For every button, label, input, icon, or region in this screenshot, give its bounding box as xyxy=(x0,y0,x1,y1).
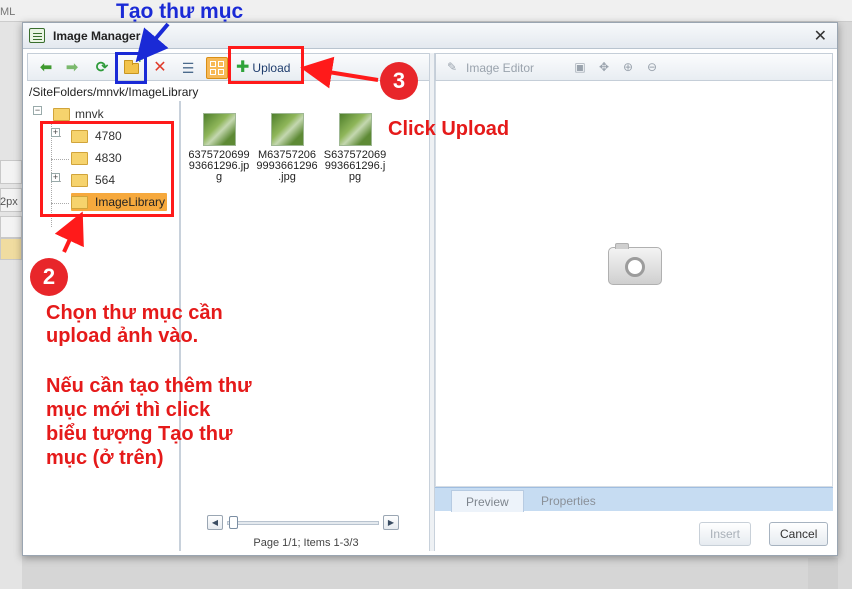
tab-properties[interactable]: Properties xyxy=(527,490,610,512)
file-item[interactable]: 6375720699 93661296.jp g xyxy=(187,113,251,183)
image-manager-icon xyxy=(29,28,45,43)
thumbnail-view-icon[interactable] xyxy=(206,57,228,79)
annotation-step-2: 2 xyxy=(30,258,68,296)
delete-icon[interactable]: ✕ xyxy=(150,58,170,78)
refresh-icon[interactable]: ⟳ xyxy=(92,58,112,78)
background-right-bar xyxy=(808,558,838,589)
move-icon[interactable]: ✥ xyxy=(596,59,612,75)
file-item[interactable]: M63757206 9993661296 .jpg xyxy=(255,113,319,183)
background-bottom-panel xyxy=(22,556,838,589)
background-px-text: 2px xyxy=(0,196,18,208)
annotation-neu-can: Nếu cần tạo thêm thư mục mới thì click b… xyxy=(46,375,252,469)
annotation-click-upload: Click Upload xyxy=(388,118,510,140)
collapse-icon[interactable]: − xyxy=(33,106,42,115)
annotation-step-3: 3 xyxy=(380,62,418,100)
folder-icon xyxy=(53,108,70,121)
current-path: /SiteFolders/mnvk/ImageLibrary xyxy=(29,85,199,99)
dialog-titlebar[interactable]: Image Manager ✕ xyxy=(23,23,837,49)
slider-left-icon[interactable]: ◀ xyxy=(207,515,223,530)
dialog-title: Image Manager xyxy=(53,29,141,43)
slider-handle[interactable] xyxy=(229,516,238,529)
zoom-in-icon[interactable]: ⊕ xyxy=(620,59,636,75)
background-ml-text: ML xyxy=(0,6,16,18)
preview-area xyxy=(435,81,833,487)
thumbnail-size-slider: ◀ ▶ xyxy=(207,515,403,531)
close-icon[interactable]: ✕ xyxy=(814,26,827,46)
background-left-panel xyxy=(0,22,22,589)
upload-highlight xyxy=(228,46,304,84)
new-folder-highlight xyxy=(115,52,147,84)
image-thumbnail xyxy=(270,113,304,146)
image-thumbnail xyxy=(202,113,236,146)
back-arrow-icon[interactable]: ⬅ xyxy=(36,58,56,78)
pager-status: Page 1/1; Items 1-3/3 xyxy=(253,537,359,549)
list-view-icon[interactable]: ☰ xyxy=(178,58,198,78)
slider-right-icon[interactable]: ▶ xyxy=(383,515,399,530)
image-editor-label[interactable]: Image Editor xyxy=(466,61,534,75)
file-item[interactable]: S637572069 993661296.j pg xyxy=(323,113,387,183)
cancel-button[interactable]: Cancel xyxy=(769,522,829,546)
image-editor-toolbar: ✎ Image Editor ▣ ✥ ⊕ ⊖ xyxy=(435,53,833,81)
camera-icon xyxy=(608,243,662,285)
zoom-out-icon[interactable]: ⊖ xyxy=(644,59,660,75)
image-editor-icon[interactable]: ✎ xyxy=(444,59,460,75)
annotation-tao-thu-muc: Tạo thư mục xyxy=(116,0,244,23)
image-manager-dialog: Image Manager ✕ ⬅ ➡ ⟳ + ✕ ☰ ✚ Upload /Sit… xyxy=(22,22,838,556)
slider-track[interactable] xyxy=(227,521,379,525)
preview-tabs: Preview Properties xyxy=(435,487,833,512)
annotation-chon-thu-muc: Chọn thư mục cần upload ảnh vào. xyxy=(46,302,223,347)
forward-arrow-icon[interactable]: ➡ xyxy=(62,58,82,78)
image-thumbnail xyxy=(338,113,372,146)
tab-preview[interactable]: Preview xyxy=(451,490,524,512)
insert-button[interactable]: Insert xyxy=(699,522,752,546)
fit-icon[interactable]: ▣ xyxy=(572,59,588,75)
background-right-panel xyxy=(838,22,852,589)
folder-tree-highlight xyxy=(40,121,174,217)
